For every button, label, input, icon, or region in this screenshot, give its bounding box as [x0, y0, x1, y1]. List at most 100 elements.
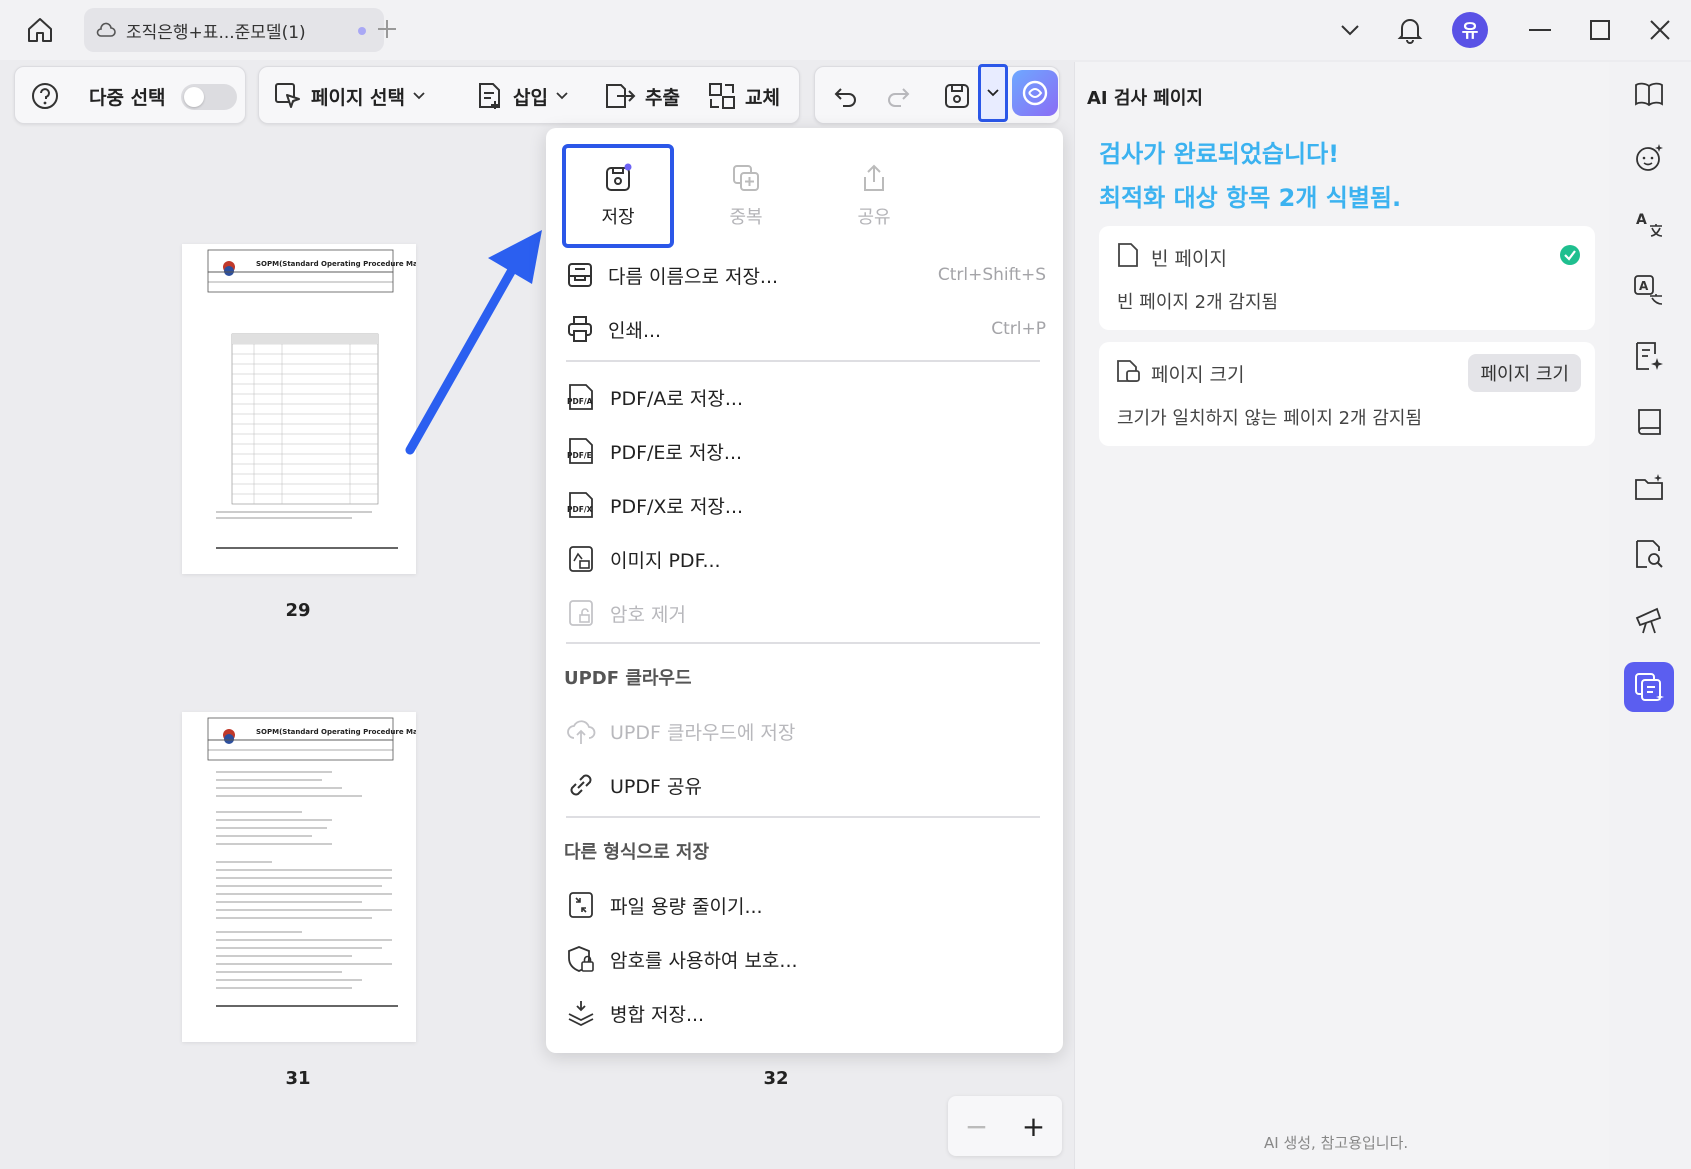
blank-page-title: 빈 페이지	[1151, 248, 1227, 270]
ai-assistant-button[interactable]	[1012, 70, 1058, 116]
tab-title: 조직은행+표...준모델(1)	[126, 22, 306, 43]
shield-lock-icon	[568, 946, 594, 972]
plus-icon[interactable]	[372, 14, 402, 44]
svg-text:PDF/E: PDF/E	[567, 451, 592, 460]
menu-item-save-cloud: UPDF 클라우드에 저장	[566, 706, 1046, 756]
cloud-icon	[96, 22, 118, 38]
page-size-card[interactable]: 페이지 크기 페이지 크기 크기가 일치하지 않는 페이지 2개 감지됨	[1099, 342, 1595, 446]
search-document-icon[interactable]	[1629, 534, 1669, 574]
page-number-32: 32	[763, 1068, 789, 1089]
save-icon[interactable]	[943, 67, 979, 125]
inspection-result: 검사가 완료되었습니다! 최적화 대상 항목 2개 식별됨.	[1099, 132, 1401, 220]
menu-divider	[566, 816, 1040, 818]
book-open-icon[interactable]	[1629, 74, 1669, 114]
right-tool-rail: A A	[1609, 62, 1691, 1169]
close-icon[interactable]	[1642, 12, 1678, 48]
undo-icon[interactable]	[833, 67, 867, 125]
unsaved-dot	[358, 27, 366, 35]
menu-item-protect[interactable]: 암호를 사용하여 보호...	[566, 934, 1046, 984]
ai-icon	[1022, 80, 1048, 106]
menu-item-image-pdf[interactable]: 이미지 PDF...	[566, 534, 1046, 584]
translate-icon[interactable]: A	[1629, 204, 1669, 244]
page-size-desc: 크기가 일치하지 않는 페이지 2개 감지됨	[1117, 408, 1423, 429]
extract-button[interactable]: 추출	[603, 67, 680, 125]
reduce-size-label: 파일 용량 줄이기...	[610, 895, 763, 918]
menu-divider	[566, 642, 1040, 644]
image-pdf-icon	[569, 546, 593, 572]
page-size-icon	[1117, 360, 1140, 382]
page-select-button[interactable]: 페이지 선택	[273, 67, 433, 125]
multi-select-group: 다중 선택	[14, 66, 246, 124]
blank-page-card[interactable]: 빈 페이지 빈 페이지 2개 감지됨	[1099, 226, 1595, 330]
multi-select-toggle[interactable]	[181, 84, 237, 110]
blank-page-desc: 빈 페이지 2개 감지됨	[1117, 292, 1279, 313]
pdfa-label: PDF/A로 저장...	[610, 387, 744, 410]
replace-label: 교체	[745, 86, 780, 109]
title-bar: 조직은행+표...준모델(1) 유	[0, 0, 1691, 60]
print-shortcut: Ctrl+P	[991, 319, 1046, 339]
save-menu: 저장 중복 공유 다름 이름으로 저장... Ctrl+Shift+S 인쇄..…	[546, 128, 1063, 1053]
page-size-button[interactable]: 페이지 크기	[1468, 354, 1581, 392]
menu-item-pdfa[interactable]: PDF/A PDF/A로 저장...	[566, 372, 1046, 422]
menu-save-button[interactable]: 저장	[562, 144, 674, 248]
insert-button[interactable]: 삽입	[475, 67, 576, 125]
maximize-icon[interactable]	[1582, 12, 1618, 48]
inspection-done-text: 검사가 완료되었습니다!	[1099, 140, 1340, 168]
page-tools-group: 페이지 선택 삽입 추출 교체	[258, 66, 800, 124]
menu-duplicate-button: 중복	[690, 144, 802, 248]
page-31-doc-title: SOPM(Standard Operating Procedure Manual…	[256, 728, 416, 736]
ai-inspect-icon[interactable]	[1624, 662, 1674, 712]
zoom-out-button[interactable]: −	[965, 1110, 988, 1143]
chevron-down-icon	[556, 92, 568, 100]
save-as-label: 다름 이름으로 저장...	[608, 265, 779, 288]
zoom-in-button[interactable]: +	[1022, 1110, 1045, 1143]
menu-item-save-as[interactable]: 다름 이름으로 저장... Ctrl+Shift+S	[566, 250, 1046, 300]
menu-share-label: 공유	[857, 207, 891, 228]
insert-label: 삽입	[513, 86, 548, 109]
ai-translate-icon[interactable]: A	[1629, 270, 1669, 310]
menu-item-flatten[interactable]: 병합 저장...	[566, 988, 1046, 1038]
ai-chat-icon[interactable]	[1629, 138, 1669, 178]
panel-title: AI 검사 페이지	[1087, 88, 1203, 109]
chevron-down-icon[interactable]	[1332, 12, 1368, 48]
page-icon	[1118, 243, 1138, 267]
image-pdf-label: 이미지 PDF...	[610, 549, 721, 572]
menu-item-updf-share[interactable]: UPDF 공유	[566, 760, 1046, 810]
help-icon[interactable]	[31, 67, 67, 125]
menu-item-reduce-size[interactable]: 파일 용량 줄이기...	[566, 880, 1046, 930]
chevron-down-icon	[987, 89, 999, 97]
replace-button[interactable]: 교체	[707, 67, 780, 125]
print-icon	[568, 316, 592, 342]
page-thumbnail-29[interactable]: SOPM(Standard Operating Procedure Manual…	[182, 244, 416, 574]
menu-share-button: 공유	[818, 144, 930, 248]
home-icon[interactable]	[22, 12, 58, 48]
page-size-title: 페이지 크기	[1151, 364, 1245, 386]
document-tab[interactable]: 조직은행+표...준모델(1)	[84, 8, 384, 52]
menu-item-remove-password: 암호 제거	[566, 588, 1046, 638]
menu-item-print[interactable]: 인쇄... Ctrl+P	[566, 304, 1046, 354]
menu-item-pdfe[interactable]: PDF/E PDF/E로 저장...	[566, 426, 1046, 476]
page-select-label: 페이지 선택	[311, 86, 406, 109]
presentation-icon[interactable]	[1629, 600, 1669, 640]
ai-disclaimer: AI 생성, 참고용입니다.	[1264, 1134, 1409, 1152]
avatar[interactable]: 유	[1452, 12, 1488, 48]
ai-summary-icon[interactable]	[1629, 336, 1669, 376]
menu-divider	[566, 360, 1040, 362]
pdfx-label: PDF/X로 저장...	[610, 495, 744, 518]
page-number-29: 29	[285, 600, 311, 621]
duplicate-icon	[733, 165, 759, 191]
book-icon[interactable]	[1629, 402, 1669, 442]
folder-ai-icon[interactable]	[1629, 468, 1669, 508]
unlock-icon	[569, 600, 593, 626]
bell-icon[interactable]	[1392, 12, 1428, 48]
svg-text:PDF/A: PDF/A	[567, 397, 593, 406]
print-label: 인쇄...	[608, 319, 662, 342]
page-thumbnail-31[interactable]: SOPM(Standard Operating Procedure Manual…	[182, 712, 416, 1042]
minimize-icon[interactable]	[1522, 12, 1558, 48]
svg-text:PDF/X: PDF/X	[567, 505, 593, 514]
save-dropdown-button[interactable]	[978, 64, 1008, 122]
zoom-control: − +	[948, 1096, 1062, 1156]
compress-icon	[569, 892, 593, 918]
menu-item-pdfx[interactable]: PDF/X PDF/X로 저장...	[566, 480, 1046, 530]
save-cloud-label: UPDF 클라우드에 저장	[610, 721, 796, 744]
